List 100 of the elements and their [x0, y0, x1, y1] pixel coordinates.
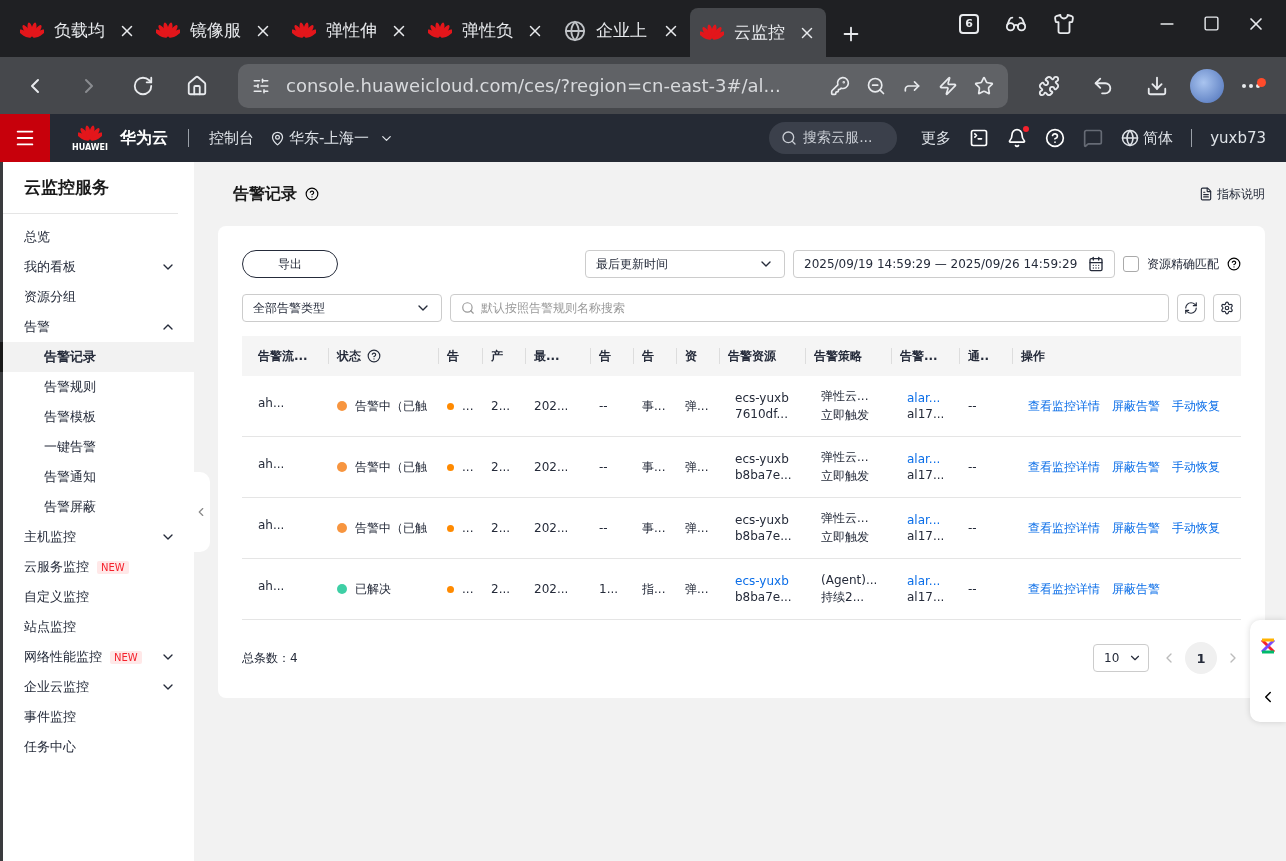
- time-field-select[interactable]: 最后更新时间: [585, 250, 785, 278]
- globe-icon[interactable]: [1121, 129, 1140, 147]
- browser-tab[interactable]: 弹性伸: [282, 8, 418, 53]
- resource-link[interactable]: alar...: [907, 513, 959, 527]
- site-settings-icon[interactable]: [252, 76, 270, 95]
- map-pin-icon[interactable]: [270, 130, 286, 146]
- date-range-field[interactable]: 2025/09/19 14:59:29 — 2025/09/26 14:59:29: [793, 250, 1115, 278]
- terminal-icon[interactable]: [969, 128, 990, 148]
- action-link[interactable]: 屏蔽告警: [1112, 519, 1160, 537]
- colorful-knot-icon[interactable]: [1258, 636, 1278, 656]
- help-icon[interactable]: [305, 187, 319, 201]
- column-header: 通..: [968, 347, 990, 365]
- resource-link[interactable]: alar...: [907, 574, 959, 588]
- action-link[interactable]: 查看监控详情: [1028, 519, 1100, 537]
- browser-tab[interactable]: 弹性负: [418, 8, 554, 53]
- settings-icon[interactable]: [1220, 301, 1234, 315]
- sidebar-item[interactable]: 告警: [0, 312, 194, 342]
- sidebar-item[interactable]: 主机监控: [0, 522, 194, 552]
- menu-button[interactable]: [0, 114, 50, 162]
- action-link[interactable]: 查看监控详情: [1028, 580, 1100, 598]
- table-cell: --: [968, 521, 977, 535]
- column-header: 操作: [1021, 347, 1045, 365]
- table-cell: 指...: [642, 580, 666, 598]
- collapse-handle[interactable]: [192, 472, 210, 552]
- region-selector[interactable]: 华东-上海一: [270, 128, 395, 148]
- refresh-button[interactable]: [1177, 294, 1205, 322]
- sidebar-item[interactable]: 我的看板: [0, 252, 194, 282]
- search-field[interactable]: 搜索云服...: [769, 122, 898, 154]
- table-cell-text: 弹性云...: [821, 449, 870, 466]
- sidebar-item[interactable]: 任务中心: [0, 732, 194, 762]
- extensions-icon[interactable]: [1038, 74, 1060, 97]
- key-icon[interactable]: [830, 75, 850, 96]
- petal-logo-icon: [700, 22, 724, 43]
- sidebar-item[interactable]: 一键告警: [0, 432, 194, 462]
- zoom-out-icon[interactable]: [866, 75, 886, 96]
- sidebar-item[interactable]: 告警记录: [0, 342, 194, 372]
- action-link[interactable]: 手动恢复: [1172, 397, 1220, 415]
- browser-tab[interactable]: 负载均: [10, 8, 146, 53]
- sidebar-item[interactable]: 事件监控: [0, 702, 194, 732]
- action-link[interactable]: 查看监控详情: [1028, 397, 1100, 415]
- help-icon[interactable]: [1227, 257, 1241, 271]
- lightning-icon[interactable]: [938, 75, 958, 96]
- document-icon[interactable]: [1199, 187, 1213, 201]
- sidebar-item[interactable]: 站点监控: [0, 612, 194, 642]
- action-link[interactable]: 屏蔽告警: [1112, 397, 1160, 415]
- download-icon[interactable]: [1146, 74, 1168, 97]
- sidebar-item[interactable]: 告警模板: [0, 402, 194, 432]
- help-icon[interactable]: [367, 349, 381, 363]
- refresh-icon[interactable]: [1184, 301, 1198, 315]
- resource-link[interactable]: alar...: [907, 391, 959, 405]
- table-cell-text: al17...: [907, 407, 946, 421]
- action-link[interactable]: 查看监控详情: [1028, 458, 1100, 476]
- user-name[interactable]: yuxb73: [1210, 129, 1266, 147]
- table-cell-text: 弹性云...: [821, 510, 870, 527]
- page-button[interactable]: 1: [1185, 642, 1217, 674]
- sidebar-item[interactable]: 总览: [0, 222, 194, 252]
- brand-name[interactable]: 华为云: [120, 127, 169, 149]
- sidebar-item[interactable]: 云服务监控 NEW: [0, 552, 194, 582]
- status-text: 告警中（已触: [355, 458, 427, 476]
- page-size-select[interactable]: 10: [1093, 644, 1149, 672]
- home-icon[interactable]: [186, 74, 208, 97]
- more-link[interactable]: 更多: [921, 128, 952, 148]
- sidebar-item[interactable]: 告警屏蔽: [0, 492, 194, 522]
- console-link[interactable]: 控制台: [209, 128, 255, 148]
- sidebar-item[interactable]: 企业云监控: [0, 672, 194, 702]
- alarm-type-select[interactable]: 全部告警类型: [242, 294, 442, 322]
- sidebar-item[interactable]: 网络性能监控 NEW: [0, 642, 194, 672]
- checkbox[interactable]: [1123, 256, 1139, 272]
- resource-link[interactable]: alar...: [907, 452, 959, 466]
- table-cell-text: al17...: [907, 590, 946, 604]
- browser-tab[interactable]: 镜像服: [146, 8, 282, 53]
- doc-link[interactable]: 指标说明: [1199, 185, 1265, 203]
- browser-tab[interactable]: 云监控: [690, 8, 826, 57]
- action-link[interactable]: 手动恢复: [1172, 458, 1220, 476]
- star-icon[interactable]: [974, 75, 994, 96]
- tab-count[interactable]: 6: [959, 13, 979, 34]
- export-button[interactable]: 导出: [242, 250, 338, 278]
- table-cell: 弹...: [685, 458, 709, 476]
- reload-icon[interactable]: [132, 74, 154, 97]
- sidebar-item[interactable]: 资源分组: [0, 282, 194, 312]
- profile-avatar[interactable]: [1190, 68, 1224, 103]
- action-link[interactable]: 屏蔽告警: [1112, 580, 1160, 598]
- sidebar-item[interactable]: 告警通知: [0, 462, 194, 492]
- action-link[interactable]: 屏蔽告警: [1112, 458, 1160, 476]
- address-bar[interactable]: console.huaweicloud.com/ces/?region=cn-east-3#/al...: [238, 63, 1008, 108]
- browser-tab[interactable]: 企业上: [554, 8, 690, 53]
- shirt-icon[interactable]: [1053, 12, 1075, 35]
- sidebar-item[interactable]: 告警规则: [0, 372, 194, 402]
- feedback-icon[interactable]: [1083, 128, 1104, 148]
- resource-link[interactable]: ecs-yuxb: [735, 574, 805, 588]
- maximize-icon[interactable]: [1203, 15, 1220, 32]
- calendar-icon[interactable]: [1088, 256, 1104, 272]
- language-selector[interactable]: 简体: [1121, 128, 1174, 148]
- table-cell-text: ecs-yuxb: [735, 452, 790, 466]
- search-icon[interactable]: [781, 130, 798, 146]
- sidebar-item[interactable]: 自定义监控: [0, 582, 194, 612]
- bell-icon[interactable]: [1007, 128, 1028, 148]
- settings-button[interactable]: [1213, 294, 1241, 322]
- action-link[interactable]: 手动恢复: [1172, 519, 1220, 537]
- column-header: 告: [447, 347, 459, 365]
